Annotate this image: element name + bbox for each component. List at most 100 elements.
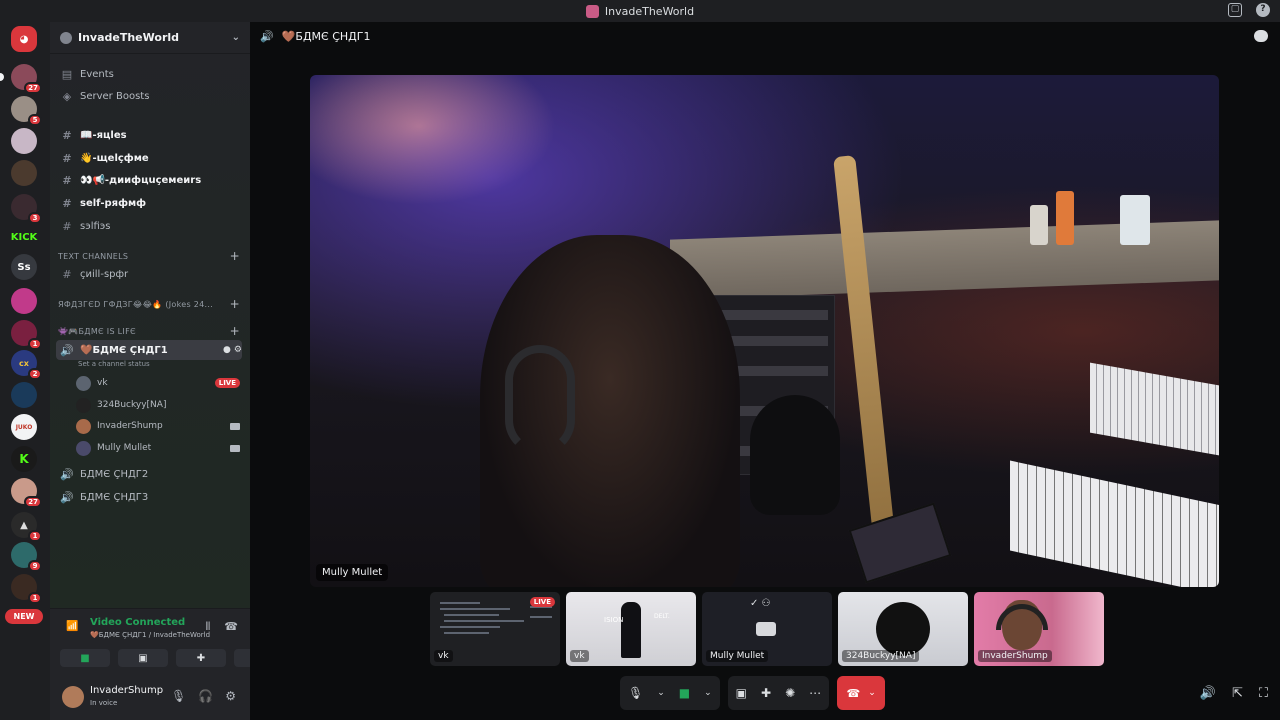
gamepad-icon[interactable]: ✚: [761, 686, 771, 700]
server-icon-juko[interactable]: JUKO: [11, 414, 37, 440]
voice-channel-active[interactable]: 🔊 🤎БДМЄ ÇНДГ1 ● ⚙: [56, 340, 242, 360]
hang-up-icon: ☎: [846, 686, 861, 700]
video-keyboard: [1010, 460, 1219, 587]
channel-rules[interactable]: # 📖-яцles: [56, 125, 242, 145]
discord-home-icon[interactable]: ◕: [11, 26, 37, 52]
video-camera-icon[interactable]: ■: [679, 686, 690, 700]
add-channel-icon[interactable]: +: [230, 297, 240, 311]
server-icon[interactable]: [11, 382, 37, 408]
server-icon-ss[interactable]: Ss: [11, 254, 37, 280]
voice-user-324buckyy[interactable]: 324Buckyy[NA]: [76, 395, 240, 415]
category-text-channels[interactable]: TEXT CHANNELS +: [58, 248, 240, 264]
title-bar: InvadeTheWorld ▢ ?: [0, 0, 1280, 22]
add-channel-icon[interactable]: +: [230, 249, 240, 263]
voice-user-invadershump[interactable]: InvaderShump: [76, 416, 240, 436]
server-icon[interactable]: 9: [11, 542, 42, 572]
kick-server-icon[interactable]: KICK: [11, 224, 38, 250]
server-icon[interactable]: ▲ 1: [11, 512, 42, 542]
server-icon[interactable]: 1: [11, 320, 42, 350]
thumbnail-vk-camera[interactable]: ISION DELT. vk: [566, 592, 696, 666]
thumbnail-label: 324Buckyy[NA]: [842, 650, 920, 662]
live-badge: LIVE: [529, 597, 555, 607]
screen-share-icon[interactable]: ▣: [736, 686, 747, 700]
server-icon[interactable]: [11, 160, 37, 186]
voice-user-mully-mullet[interactable]: Mully Mullet: [76, 438, 240, 458]
channel-chill-spot[interactable]: # çиill-sрфr: [56, 264, 242, 284]
server-icon[interactable]: [11, 288, 37, 314]
hash-icon: #: [62, 196, 72, 210]
server-header[interactable]: InvadeTheWorld ⌄: [50, 22, 250, 54]
headphones-icon[interactable]: 🎧: [198, 689, 213, 703]
server-boosts-item[interactable]: ◈ Server Boosts: [56, 86, 242, 106]
video-keyboard: [1090, 362, 1219, 458]
noise-suppression-icon[interactable]: ⦀: [205, 620, 210, 634]
voice-user-vk[interactable]: vk LIVE: [76, 373, 240, 393]
voice-location[interactable]: 🤎БДМЄ ÇНДГ1 / InvadeTheWorld: [90, 631, 210, 639]
live-badge: LIVE: [214, 378, 240, 388]
server-icon[interactable]: 27: [0, 64, 42, 94]
channel-welcome[interactable]: # 👋-щelçфмe: [56, 148, 242, 168]
activity-group: ▣ ✚ ✺ ⋯: [727, 676, 830, 710]
thumbnail-324buckyy[interactable]: 324Buckyy[NA]: [838, 592, 968, 666]
volume-icon[interactable]: 🔊: [1200, 686, 1216, 701]
events-item[interactable]: ▤ Events: [56, 64, 242, 84]
inbox-icon[interactable]: ▢: [1228, 3, 1242, 17]
hash-icon: #: [62, 128, 72, 142]
server-icon[interactable]: 3: [11, 194, 42, 224]
channel-selfies[interactable]: # sэlfiэs: [56, 216, 242, 236]
server-rail: ◕ 27 5 3 KICK Ss 1 cx 2 JUKO K 27 ▲ 1 9 1 …: [0, 22, 50, 720]
microphone-icon[interactable]: 🎙: [171, 689, 186, 703]
avatar: [76, 418, 91, 434]
thumbnail-label: vk: [570, 650, 589, 662]
thumbnail-invadershump[interactable]: InvaderShump: [974, 592, 1104, 666]
user-name[interactable]: InvaderShump: [90, 685, 163, 696]
server-icon[interactable]: [11, 128, 37, 154]
video-camera-icon: [230, 444, 240, 452]
thumbnail-mully-mullet[interactable]: ✓ ⚇ Mully Mullet: [702, 592, 832, 666]
help-icon[interactable]: ?: [1256, 3, 1270, 17]
pop-out-icon[interactable]: ⇱: [1232, 686, 1243, 701]
server-icon[interactable]: 27: [11, 478, 42, 508]
hash-icon: #: [62, 267, 72, 281]
disconnect-icon[interactable]: ☎: [224, 620, 238, 634]
category-game-is-life[interactable]: 👾🎮БДМЄ IS LIFЄ +: [58, 323, 240, 339]
disconnect-button[interactable]: ☎ ⌄: [837, 676, 886, 710]
main-video-feed[interactable]: Mully Mullet: [310, 75, 1219, 587]
server-icon[interactable]: K: [11, 446, 37, 472]
watch-stream-icon: ✓ ⚇: [750, 598, 771, 609]
chevron-down-icon[interactable]: ⌄: [704, 688, 712, 698]
soundboard-icon[interactable]: ✺: [785, 686, 795, 700]
server-icon[interactable]: 5: [11, 96, 42, 126]
channel-actions-icon[interactable]: ● ⚙: [223, 345, 242, 355]
camera-button[interactable]: ■: [60, 649, 110, 667]
hash-icon: #: [62, 219, 72, 233]
add-channel-icon[interactable]: +: [230, 324, 240, 338]
channel-status[interactable]: Set a channel status: [78, 360, 150, 368]
window-title: InvadeTheWorld: [604, 4, 695, 18]
avatar: [76, 397, 91, 413]
voice-channel-2[interactable]: 🔊 БДМЄ ÇНДГ2: [56, 464, 242, 484]
channel-announcements[interactable]: # 👀📢-диифцuçемeиrs: [56, 170, 242, 190]
chevron-down-icon[interactable]: ⌄: [868, 688, 876, 698]
fullscreen-icon[interactable]: ⛶: [1259, 686, 1268, 701]
server-icon[interactable]: 1: [11, 574, 42, 604]
channel-self-promo[interactable]: # self-ряфмф: [56, 193, 242, 213]
voice-connection-panel: 📶 Video Connected 🤎БДМЄ ÇНДГ1 / InvadeTh…: [50, 608, 284, 674]
video-microphone: [750, 395, 840, 515]
signal-icon[interactable]: 📶: [66, 621, 78, 632]
microphone-icon[interactable]: 🎙: [628, 686, 643, 700]
avatar[interactable]: [62, 686, 84, 708]
chevron-down-icon[interactable]: ⌄: [657, 688, 665, 698]
server-name: InvadeTheWorld: [78, 31, 180, 44]
voice-channel-3[interactable]: 🔊 БДМЄ ÇНДГ3: [56, 487, 242, 507]
share-screen-button[interactable]: ▣: [118, 649, 168, 667]
new-badge[interactable]: NEW: [5, 609, 43, 624]
voice-status[interactable]: Video Connected: [90, 617, 185, 628]
settings-gear-icon[interactable]: ⚙: [225, 689, 236, 703]
server-icon[interactable]: cx 2: [11, 350, 42, 380]
activities-button[interactable]: ✚: [176, 649, 226, 667]
category-jokes[interactable]: ЯФДЗГЄD ГФДЗГ😂😂🔥 (Jokes 24... +: [58, 296, 240, 312]
more-options-icon[interactable]: ⋯: [809, 686, 821, 700]
thumbnail-vk-stream[interactable]: LIVE vk: [430, 592, 560, 666]
chat-bubble-icon[interactable]: [1254, 30, 1268, 42]
